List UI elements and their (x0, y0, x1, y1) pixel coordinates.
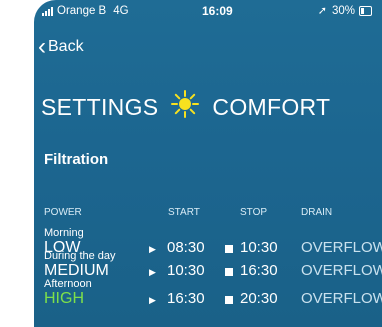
page-title: SETTINGS COMFORT (41, 89, 330, 125)
play-icon: ▶ (149, 267, 156, 277)
battery-level (361, 7, 364, 14)
drain-mode[interactable]: OVERFLOW (301, 262, 382, 279)
battery-percent: 30% (331, 4, 355, 17)
back-label: Back (48, 38, 84, 55)
start-time[interactable]: 16:30 (167, 290, 205, 307)
start-time[interactable]: 10:30 (167, 262, 205, 279)
sun-svg (171, 90, 200, 118)
row-label: During the day (44, 250, 116, 262)
network-type: 4G (113, 5, 129, 17)
header-power: POWER (44, 207, 82, 218)
stop-icon (225, 268, 233, 276)
stop-icon (225, 296, 233, 304)
header-stop: STOP (240, 207, 268, 218)
power-level: HIGH (44, 290, 84, 307)
status-time: 16:09 (202, 4, 233, 18)
status-bar: Orange B 4G 16:09 ➚ 30% (34, 0, 382, 24)
chevron-left-icon: ‹ (38, 33, 46, 60)
title-settings: SETTINGS (41, 93, 159, 120)
status-left: Orange B 4G (42, 5, 129, 17)
battery-icon (359, 5, 372, 16)
drain-mode[interactable]: OVERFLOW (301, 290, 382, 307)
stop-time[interactable]: 20:30 (240, 290, 278, 307)
play-icon: ▶ (149, 295, 156, 305)
location-arrow-icon: ➚ (317, 5, 327, 17)
row-label: Morning (44, 227, 84, 239)
header-drain: DRAIN (301, 207, 333, 218)
signal-icon (42, 6, 53, 16)
carrier-name: Orange B (57, 5, 107, 17)
row-label: Afternoon (44, 278, 92, 290)
phone-screen: Orange B 4G 16:09 ➚ 30% ‹ Back SETTINGS (34, 0, 382, 327)
section-filtration-title: Filtration (44, 151, 109, 168)
sun-icon (170, 89, 200, 125)
stop-time[interactable]: 16:30 (240, 262, 278, 279)
back-button[interactable]: ‹ Back (38, 33, 84, 60)
header-start: START (168, 207, 200, 218)
title-comfort: COMFORT (212, 93, 331, 120)
schedule-row-afternoon[interactable]: Afternoon HIGH ▶ 16:30 20:30 OVERFLOW (34, 278, 382, 318)
status-right: ➚ 30% (318, 4, 372, 17)
